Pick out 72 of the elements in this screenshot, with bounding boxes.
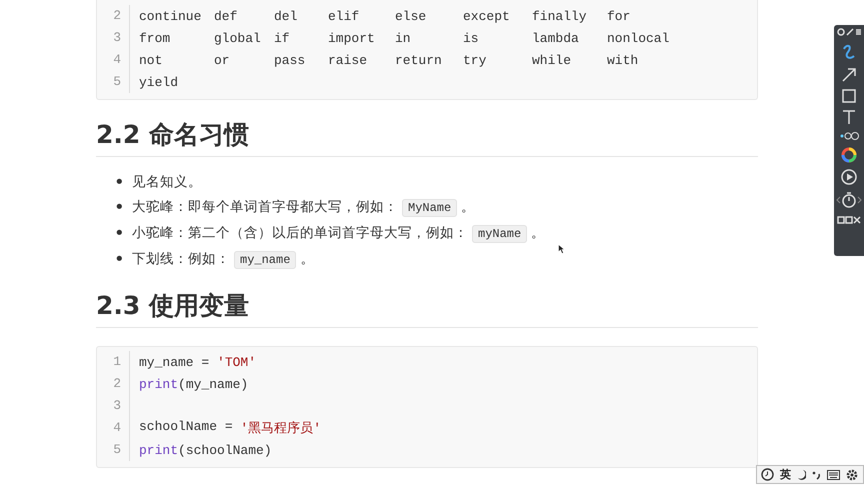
inline-code: myName	[472, 225, 528, 243]
settings-icon[interactable]	[846, 468, 858, 480]
code-keyword: finally	[532, 8, 587, 24]
bullet-text: 大驼峰：即每个单词首字母都大写，例如：	[132, 199, 398, 215]
code-keyword: del	[274, 8, 298, 24]
code-keyword: while	[532, 52, 572, 68]
code-token: schoolName =	[139, 419, 234, 436]
inline-code: my_name	[234, 251, 296, 269]
code-keyword: in	[395, 30, 411, 46]
code-keyword: global	[214, 30, 261, 46]
rectangle-icon[interactable]	[842, 89, 856, 103]
language-indicator[interactable]: 英	[780, 467, 791, 482]
bullet-text: 下划线：例如：	[132, 251, 230, 267]
code-keyword: elif	[328, 8, 360, 24]
arrow-icon[interactable]	[841, 67, 857, 83]
inline-code: MyName	[402, 199, 458, 217]
code-token: 'TOM'	[217, 354, 256, 370]
code-token: print	[139, 442, 178, 458]
code-keyword: from	[139, 30, 170, 46]
color-wheel-icon[interactable]	[841, 147, 857, 163]
bullet-text: 。	[531, 225, 546, 241]
line-number: 4	[97, 49, 130, 71]
code-token: (my_name)	[178, 376, 248, 392]
moon-icon[interactable]	[797, 469, 806, 480]
section-heading: 2.2 命名习惯	[96, 120, 758, 157]
mouse-cursor-icon	[558, 244, 565, 254]
line-number: 4	[97, 417, 130, 439]
code-keyword: continue	[139, 8, 202, 24]
bullet-text: 。	[461, 199, 476, 215]
code-keyword: nonlocal	[607, 30, 670, 46]
code-keyword: else	[395, 8, 426, 24]
bullet-marker: •	[114, 248, 126, 272]
code-token: my_name =	[139, 354, 210, 370]
code-keyword: pass	[274, 52, 306, 68]
code-keyword: with	[607, 52, 638, 68]
code-token: (schoolName)	[178, 442, 272, 458]
code-keyword: except	[463, 8, 510, 24]
code-keyword: yield	[139, 74, 178, 90]
code-keyword: return	[395, 52, 442, 68]
bullet-text: 。	[300, 251, 314, 267]
text-icon[interactable]	[842, 109, 856, 125]
code-token: '黑马程序员'	[240, 420, 322, 437]
code-keyword: raise	[328, 52, 368, 68]
clock-icon[interactable]	[761, 468, 774, 481]
bullet-text: 见名知义。	[132, 174, 202, 190]
line-number: 2	[97, 373, 130, 395]
bullet-marker: •	[114, 222, 126, 246]
code-keyword: not	[139, 52, 162, 68]
code-keyword: if	[274, 30, 290, 46]
code-keyword: def	[214, 8, 238, 24]
line-number: 5	[97, 439, 130, 461]
line-number: 2	[97, 5, 130, 27]
bullet-marker: •	[114, 196, 126, 220]
line-number: 1	[97, 351, 130, 373]
code-keyword: for	[607, 8, 630, 24]
bullet-text: 小驼峰：第二个（含）以后的单词首字母大写，例如：	[132, 225, 468, 241]
line-number: 3	[97, 395, 130, 417]
section-heading: 2.3 使用变量	[96, 291, 758, 328]
code-keyword: try	[463, 52, 486, 68]
bullet-marker: •	[114, 171, 126, 195]
punctuation-icon[interactable]	[812, 470, 821, 480]
line-number: 3	[97, 27, 130, 49]
play-icon[interactable]	[841, 169, 857, 185]
timer-icon[interactable]	[836, 191, 862, 209]
code-keyword: import	[328, 30, 375, 46]
code-token: print	[139, 376, 178, 392]
line-number: 5	[97, 71, 130, 93]
circles-icon[interactable]	[839, 131, 859, 141]
code-keyword: is	[463, 30, 479, 46]
code-keyword: lambda	[532, 30, 579, 46]
code-keyword: or	[214, 52, 230, 68]
keyboard-icon[interactable]	[827, 470, 840, 480]
